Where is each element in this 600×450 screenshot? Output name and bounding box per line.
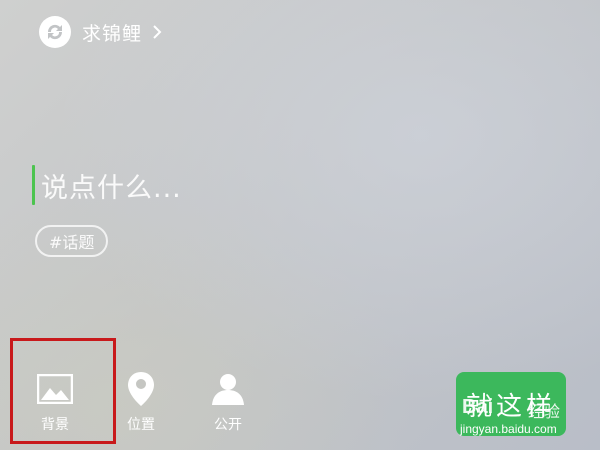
person-icon — [211, 370, 245, 408]
location-pin-icon — [127, 370, 155, 408]
koi-swirl-icon — [38, 15, 72, 49]
chevron-right-icon — [152, 24, 162, 40]
location-label: 位置 — [127, 417, 155, 433]
hashtag-button[interactable]: #话题 — [35, 225, 109, 257]
background-label: 背景 — [41, 417, 69, 433]
location-button[interactable]: 位置 — [111, 370, 171, 436]
send-button[interactable]: 就这样 — [456, 372, 566, 436]
image-icon — [37, 370, 73, 408]
topic-header[interactable]: 求锦鲤 — [38, 14, 162, 50]
visibility-button[interactable]: 公开 — [198, 370, 258, 436]
compose-input[interactable]: 说点什么... — [32, 165, 182, 205]
visibility-label: 公开 — [214, 417, 242, 433]
text-caret — [32, 165, 35, 205]
compose-placeholder: 说点什么... — [41, 172, 182, 204]
background-button[interactable]: 背景 — [25, 370, 85, 436]
topic-title: 求锦鲤 — [82, 22, 143, 45]
